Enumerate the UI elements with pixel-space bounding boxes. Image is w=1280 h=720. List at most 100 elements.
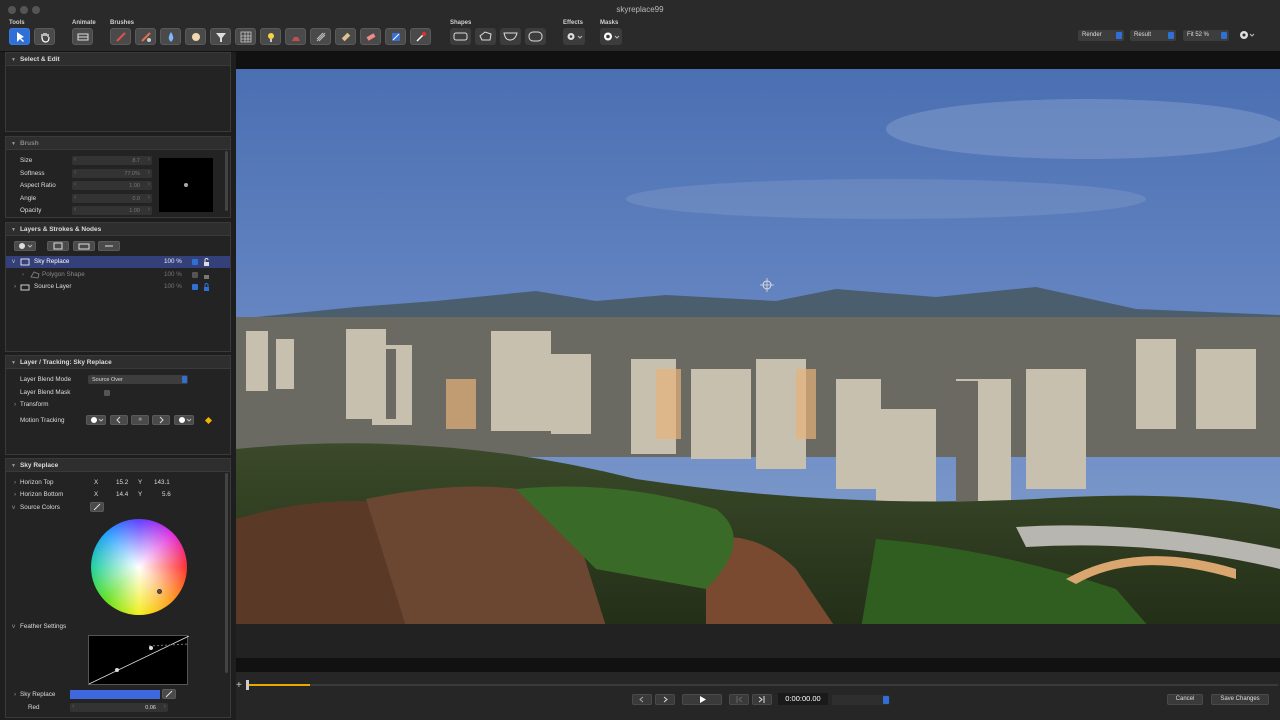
brush-softness-slider[interactable]: 77.0% [72,169,152,178]
cancel-button[interactable]: Cancel [1167,694,1203,705]
bezier-icon [503,32,518,41]
ellipse-shape-button[interactable] [525,28,546,45]
color-wheel[interactable] [91,519,187,615]
horizon-bottom-x-label: X [94,491,99,498]
settings-menu-button[interactable] [1236,28,1258,42]
collapse-icon[interactable]: v [12,623,15,630]
result-select[interactable]: Result [1130,30,1176,41]
animate-tool-button[interactable] [72,28,93,45]
prev-frame-button[interactable] [632,694,652,705]
burn-brush-button[interactable] [285,28,306,45]
layer-visible-checkbox[interactable] [192,259,198,265]
brush-angle-slider[interactable]: 0.0 [72,194,152,203]
timeline-playhead[interactable] [246,680,249,690]
expand-icon[interactable]: v [12,258,15,265]
select-tool-button[interactable] [9,28,30,45]
horizon-bottom-y[interactable]: 5.6 [162,491,171,498]
blend-mode-select[interactable]: Source Over [88,375,188,384]
horizon-handle-icon[interactable] [760,278,774,292]
unlock-icon[interactable] [203,258,210,266]
expand-icon[interactable]: › [14,491,16,498]
track-backward-button[interactable] [110,415,128,425]
layers-header[interactable]: ▼ Layers & Strokes & Nodes [6,223,230,236]
sky-color-swatch[interactable] [70,690,160,699]
smudge-brush-button[interactable] [185,28,206,45]
expand-icon[interactable]: › [22,271,24,278]
tracking-settings-button[interactable] [174,415,194,425]
tape-brush-button[interactable] [335,28,356,45]
tracking-header[interactable]: ▼ Layer / Tracking: Sky Replace [6,356,230,369]
masks-menu-button[interactable] [600,28,622,45]
expand-icon[interactable]: › [14,401,16,408]
layer-opacity[interactable]: 100 % [164,271,182,278]
rectangle-shape-button[interactable] [450,28,471,45]
brush-header[interactable]: ▼ Brush [6,137,230,150]
save-changes-button[interactable]: Save Changes [1211,694,1269,705]
brush-aspect-slider[interactable]: 1.00 [72,181,152,190]
paint-brush-button[interactable] [110,28,131,45]
brush-opacity-slider[interactable]: 1.00 [72,206,152,215]
timeline-track[interactable] [248,684,1278,686]
add-keyframe-icon[interactable]: + [236,681,246,691]
sky-replace-header[interactable]: ▼ Sky Replace [6,459,230,472]
track-forward-button[interactable] [152,415,170,425]
layer-opacity[interactable]: 100 % [164,258,182,265]
layers-panel: ▼ Layers & Strokes & Nodes v Sky Replace … [5,222,231,352]
layer-row-sky-replace[interactable]: v Sky Replace 100 % [6,256,230,268]
sky-eyedropper-button[interactable] [162,689,176,699]
polygon-shape-button[interactable] [475,28,496,45]
go-to-end-button[interactable] [752,694,772,705]
expand-icon[interactable]: › [14,283,16,290]
render-select[interactable]: Render [1078,30,1124,41]
blur-brush-button[interactable] [160,28,181,45]
timecode-display[interactable]: 0:00:00.00 [778,693,828,705]
texture-brush-button[interactable] [310,28,331,45]
eyedropper-button[interactable] [90,502,104,512]
delete-layer-button[interactable] [98,241,120,251]
lock-icon[interactable] [203,283,210,291]
clone-brush-button[interactable] [135,28,156,45]
layer-visible-checkbox[interactable] [192,284,198,290]
new-folder-button[interactable] [73,241,95,251]
fill-brush-button[interactable] [210,28,231,45]
tracking-options-button[interactable] [86,415,106,425]
expand-icon[interactable]: › [14,691,16,698]
zoom-select[interactable]: Fit 52 % [1183,30,1229,41]
eraser-brush-button[interactable] [360,28,381,45]
go-to-start-button[interactable] [729,694,749,705]
horizon-bottom-x[interactable]: 14.4 [116,491,128,498]
dodge-brush-button[interactable] [260,28,281,45]
next-frame-button[interactable] [655,694,675,705]
collapse-icon[interactable]: v [12,504,15,511]
transform-label[interactable]: Transform [20,401,48,408]
horizon-top-x[interactable]: 15.2 [116,479,128,486]
grid-brush-button[interactable] [235,28,256,45]
new-layer-button[interactable] [47,241,69,251]
effects-menu-button[interactable] [563,28,585,45]
brush-size-slider[interactable]: 8.7 [72,156,152,165]
layer-row-polygon-shape[interactable]: › Polygon Shape 100 % [6,269,230,281]
color-picker-handle[interactable] [157,589,162,594]
frame-rate-select[interactable] [832,695,890,705]
select-edit-header[interactable]: ▼ Select & Edit [6,53,230,66]
hand-tool-button[interactable] [34,28,55,45]
layer-row-source-layer[interactable]: › Source Layer 100 % [6,281,230,293]
ellipse-icon [528,31,543,42]
bezier-shape-button[interactable] [500,28,521,45]
lock-icon[interactable] [203,271,210,279]
horizon-top-y[interactable]: 143.1 [154,479,170,486]
magic-brush-button[interactable] [410,28,431,45]
red-slider[interactable]: 0.06 [70,703,168,712]
layer-options-button[interactable] [14,241,36,251]
play-button[interactable] [682,694,722,705]
brush-scrollbar[interactable] [225,151,228,211]
sky-panel-scrollbar[interactable] [225,473,228,673]
expand-icon[interactable]: › [14,479,16,486]
layer-visible-checkbox[interactable] [192,272,198,278]
transform-brush-button[interactable] [385,28,406,45]
blend-mask-checkbox[interactable] [104,390,110,396]
keyframe-diamond-icon[interactable] [204,416,213,425]
layer-opacity[interactable]: 100 % [164,283,182,290]
feather-curve[interactable] [88,635,190,685]
track-stop-button[interactable]: ■ [131,415,149,425]
